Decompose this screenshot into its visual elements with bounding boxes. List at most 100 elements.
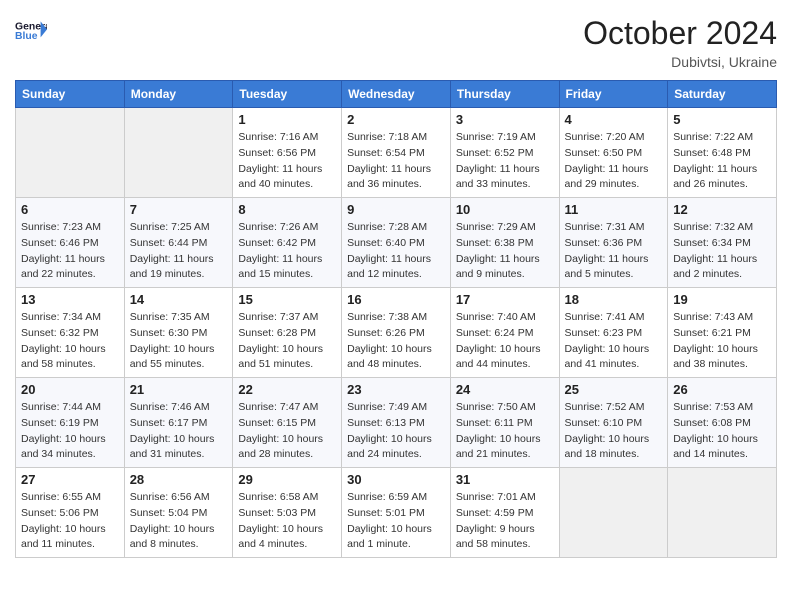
day-number: 18 [565,292,663,307]
day-info: Sunrise: 7:26 AMSunset: 6:42 PMDaylight:… [238,220,336,283]
day-info: Sunrise: 7:41 AMSunset: 6:23 PMDaylight:… [565,310,663,373]
day-number: 31 [456,472,554,487]
calendar-cell: 1 Sunrise: 7:16 AMSunset: 6:56 PMDaylight… [233,108,342,198]
calendar-cell: 5 Sunrise: 7:22 AMSunset: 6:48 PMDaylight… [668,108,777,198]
day-info: Sunrise: 6:58 AMSunset: 5:03 PMDaylight:… [238,490,336,553]
calendar-week-row: 20Sunrise: 7:44 AMSunset: 6:19 PMDayligh… [16,378,777,468]
day-info: Sunrise: 7:19 AMSunset: 6:52 PMDaylight:… [456,130,554,193]
day-number: 9 [347,202,445,217]
calendar-cell: 2 Sunrise: 7:18 AMSunset: 6:54 PMDaylight… [342,108,451,198]
calendar-cell: 18 Sunrise: 7:41 AMSunset: 6:23 PMDayligh… [559,288,668,378]
day-number: 19 [673,292,771,307]
day-number: 16 [347,292,445,307]
calendar-header-row: SundayMondayTuesdayWednesdayThursdayFrid… [16,81,777,108]
title-block: October 2024 Dubivtsi, Ukraine [583,15,777,70]
day-info: Sunrise: 7:52 AMSunset: 6:10 PMDaylight:… [565,400,663,463]
calendar-week-row: 6Sunrise: 7:23 AMSunset: 6:46 PMDaylight… [16,198,777,288]
weekday-header: Saturday [668,81,777,108]
location: Dubivtsi, Ukraine [583,54,777,70]
calendar-cell: 31 Sunrise: 7:01 AMSunset: 4:59 PMDayligh… [450,468,559,558]
day-number: 27 [21,472,119,487]
calendar-cell: 14 Sunrise: 7:35 AMSunset: 6:30 PMDayligh… [124,288,233,378]
day-number: 30 [347,472,445,487]
calendar-cell: 25 Sunrise: 7:52 AMSunset: 6:10 PMDayligh… [559,378,668,468]
day-number: 25 [565,382,663,397]
day-number: 15 [238,292,336,307]
day-number: 12 [673,202,771,217]
day-info: Sunrise: 7:35 AMSunset: 6:30 PMDaylight:… [130,310,228,373]
weekday-header: Friday [559,81,668,108]
weekday-header: Thursday [450,81,559,108]
day-number: 23 [347,382,445,397]
day-info: Sunrise: 7:32 AMSunset: 6:34 PMDaylight:… [673,220,771,283]
day-info: Sunrise: 7:16 AMSunset: 6:56 PMDaylight:… [238,130,336,193]
day-info: Sunrise: 7:50 AMSunset: 6:11 PMDaylight:… [456,400,554,463]
calendar-cell: 19 Sunrise: 7:43 AMSunset: 6:21 PMDayligh… [668,288,777,378]
day-number: 8 [238,202,336,217]
calendar-cell: 20Sunrise: 7:44 AMSunset: 6:19 PMDayligh… [16,378,125,468]
calendar-cell [16,108,125,198]
day-number: 2 [347,112,445,127]
day-info: Sunrise: 7:22 AMSunset: 6:48 PMDaylight:… [673,130,771,193]
calendar-cell: 13 Sunrise: 7:34 AMSunset: 6:32 PMDayligh… [16,288,125,378]
calendar-cell: 12 Sunrise: 7:32 AMSunset: 6:34 PMDayligh… [668,198,777,288]
calendar-cell: 17Sunrise: 7:40 AMSunset: 6:24 PMDayligh… [450,288,559,378]
calendar-cell: 4Sunrise: 7:20 AMSunset: 6:50 PMDaylight… [559,108,668,198]
calendar-cell: 6Sunrise: 7:23 AMSunset: 6:46 PMDaylight… [16,198,125,288]
calendar-cell: 21 Sunrise: 7:46 AMSunset: 6:17 PMDayligh… [124,378,233,468]
day-number: 29 [238,472,336,487]
logo: General Blue [15,15,47,47]
day-number: 26 [673,382,771,397]
day-number: 14 [130,292,228,307]
day-number: 4 [565,112,663,127]
calendar-table: SundayMondayTuesdayWednesdayThursdayFrid… [15,80,777,558]
day-number: 3 [456,112,554,127]
calendar-cell: 24 Sunrise: 7:50 AMSunset: 6:11 PMDayligh… [450,378,559,468]
weekday-header: Tuesday [233,81,342,108]
day-info: Sunrise: 6:59 AMSunset: 5:01 PMDaylight:… [347,490,445,553]
day-info: Sunrise: 7:38 AMSunset: 6:26 PMDaylight:… [347,310,445,373]
calendar-cell: 10Sunrise: 7:29 AMSunset: 6:38 PMDayligh… [450,198,559,288]
calendar-cell: 30 Sunrise: 6:59 AMSunset: 5:01 PMDayligh… [342,468,451,558]
day-number: 28 [130,472,228,487]
day-number: 1 [238,112,336,127]
calendar-cell: 9 Sunrise: 7:28 AMSunset: 6:40 PMDaylight… [342,198,451,288]
day-info: Sunrise: 7:46 AMSunset: 6:17 PMDaylight:… [130,400,228,463]
day-info: Sunrise: 7:01 AMSunset: 4:59 PMDaylight:… [456,490,554,553]
day-info: Sunrise: 7:34 AMSunset: 6:32 PMDaylight:… [21,310,119,373]
calendar-cell: 7Sunrise: 7:25 AMSunset: 6:44 PMDaylight… [124,198,233,288]
day-number: 7 [130,202,228,217]
day-number: 21 [130,382,228,397]
day-number: 13 [21,292,119,307]
calendar-cell [124,108,233,198]
day-number: 24 [456,382,554,397]
day-number: 17 [456,292,554,307]
calendar-cell: 8 Sunrise: 7:26 AMSunset: 6:42 PMDaylight… [233,198,342,288]
logo-icon: General Blue [15,15,47,47]
day-number: 20 [21,382,119,397]
calendar-cell: 15 Sunrise: 7:37 AMSunset: 6:28 PMDayligh… [233,288,342,378]
weekday-header: Wednesday [342,81,451,108]
calendar-cell: 22Sunrise: 7:47 AMSunset: 6:15 PMDayligh… [233,378,342,468]
day-number: 5 [673,112,771,127]
day-number: 10 [456,202,554,217]
calendar-cell: 29 Sunrise: 6:58 AMSunset: 5:03 PMDayligh… [233,468,342,558]
calendar-cell: 28 Sunrise: 6:56 AMSunset: 5:04 PMDayligh… [124,468,233,558]
day-info: Sunrise: 7:43 AMSunset: 6:21 PMDaylight:… [673,310,771,373]
day-info: Sunrise: 7:31 AMSunset: 6:36 PMDaylight:… [565,220,663,283]
day-info: Sunrise: 7:28 AMSunset: 6:40 PMDaylight:… [347,220,445,283]
day-number: 6 [21,202,119,217]
day-info: Sunrise: 7:53 AMSunset: 6:08 PMDaylight:… [673,400,771,463]
month-title: October 2024 [583,15,777,52]
calendar-cell: 16 Sunrise: 7:38 AMSunset: 6:26 PMDayligh… [342,288,451,378]
day-info: Sunrise: 7:37 AMSunset: 6:28 PMDaylight:… [238,310,336,373]
day-info: Sunrise: 7:47 AMSunset: 6:15 PMDaylight:… [238,400,336,463]
calendar-cell: 23 Sunrise: 7:49 AMSunset: 6:13 PMDayligh… [342,378,451,468]
calendar-week-row: 13 Sunrise: 7:34 AMSunset: 6:32 PMDayligh… [16,288,777,378]
page-header: General Blue October 2024 Dubivtsi, Ukra… [15,15,777,70]
day-info: Sunrise: 7:18 AMSunset: 6:54 PMDaylight:… [347,130,445,193]
calendar-cell: 3 Sunrise: 7:19 AMSunset: 6:52 PMDaylight… [450,108,559,198]
calendar-week-row: 1 Sunrise: 7:16 AMSunset: 6:56 PMDaylight… [16,108,777,198]
day-info: Sunrise: 7:49 AMSunset: 6:13 PMDaylight:… [347,400,445,463]
day-info: Sunrise: 6:56 AMSunset: 5:04 PMDaylight:… [130,490,228,553]
